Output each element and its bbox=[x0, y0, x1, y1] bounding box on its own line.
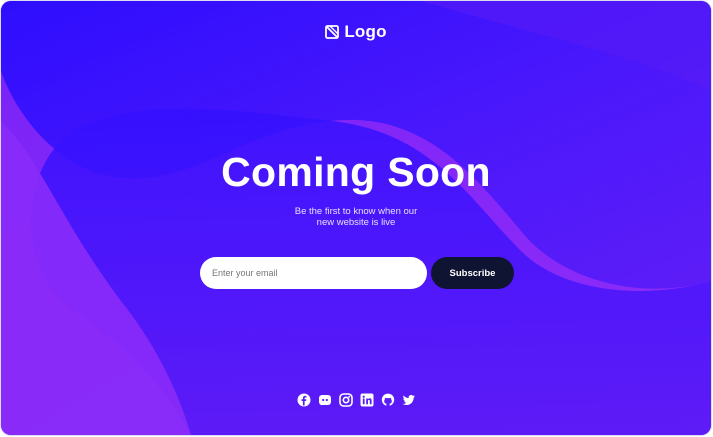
page-title: Coming Soon bbox=[221, 149, 491, 195]
logo[interactable]: Logo bbox=[1, 22, 711, 42]
linkedin-icon[interactable] bbox=[360, 393, 374, 407]
logo-icon bbox=[325, 25, 340, 39]
discord-icon[interactable] bbox=[318, 393, 332, 407]
instagram-icon[interactable] bbox=[338, 393, 353, 407]
subtitle-line-1: Be the first to know when our bbox=[294, 206, 418, 217]
github-icon[interactable] bbox=[381, 393, 395, 407]
facebook-icon[interactable] bbox=[297, 393, 311, 407]
email-input[interactable] bbox=[200, 257, 427, 289]
subscribe-button[interactable]: Subscribe bbox=[431, 257, 514, 289]
page-frame: Logo Coming Soon Be the first to know wh… bbox=[1, 1, 711, 435]
logo-text: Logo bbox=[344, 22, 387, 41]
social-links bbox=[1, 393, 711, 407]
subtitle-line-2: new website is live bbox=[316, 217, 396, 228]
subtitle: Be the first to know when our new websit… bbox=[256, 206, 456, 228]
twitter-icon[interactable] bbox=[402, 393, 416, 407]
